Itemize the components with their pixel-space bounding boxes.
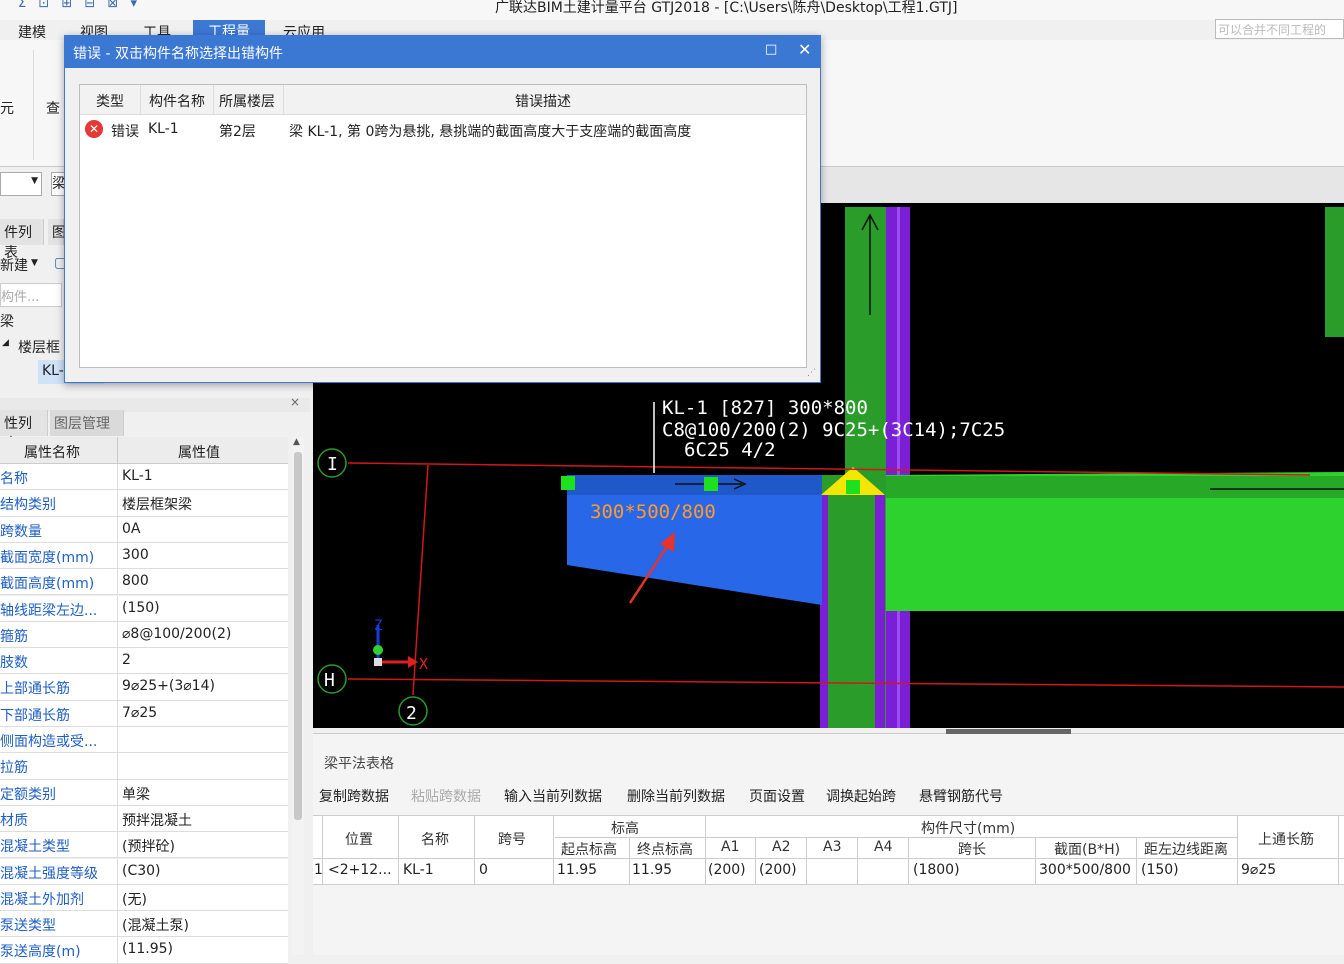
- cantilever-beam-top: [567, 475, 822, 495]
- col-start-elev: 起点标高: [561, 842, 617, 858]
- cell-name[interactable]: KL-1: [403, 862, 434, 878]
- grid-line: [806, 837, 807, 885]
- column-right: [1325, 207, 1344, 337]
- col-section: 截面(B*H): [1054, 842, 1121, 858]
- grid-line: [755, 837, 756, 885]
- section-label: 300*500/800: [590, 501, 716, 523]
- axis-2-label: 2: [406, 703, 417, 724]
- col-dist-left: 距左边线距离: [1144, 842, 1228, 858]
- gizmo-x-label: X: [419, 655, 428, 673]
- swap-start-span-button[interactable]: 调换起始跨: [826, 786, 896, 806]
- grip-point: [704, 477, 718, 491]
- col-top-bar: 上通长筋: [1258, 832, 1314, 848]
- col-name: 名称: [421, 832, 449, 848]
- col-elevation: 标高: [611, 821, 639, 837]
- axis-line-i: [347, 462, 1311, 476]
- grid-line: [629, 837, 630, 885]
- col-divider: [140, 85, 141, 115]
- grid-line: [705, 815, 706, 885]
- beam-label-line1: KL-1 [827] 300*800: [662, 397, 868, 419]
- col-a3: A3: [823, 839, 842, 855]
- gizmo-origin: [374, 658, 382, 666]
- row-index: 1: [314, 862, 323, 878]
- col-end-elev: 终点标高: [637, 842, 693, 858]
- error-icon: ✕: [85, 120, 103, 138]
- error-floor[interactable]: 第2层: [219, 121, 256, 141]
- grip-point: [561, 476, 575, 490]
- grid-line: [553, 815, 554, 885]
- beam-right-top: [885, 476, 1344, 498]
- cell-top-bar[interactable]: 9⌀25: [1241, 862, 1276, 878]
- beam-table-title: 梁平法表格: [324, 756, 394, 772]
- dialog-title-bar[interactable]: 错误 - 双击构件名称选择出错构件 □ ✕: [65, 36, 820, 68]
- gizmo-x-arrow-icon: [408, 656, 418, 668]
- grid-line: [474, 815, 475, 885]
- col-type: 类型: [96, 94, 124, 110]
- grid-line: [857, 837, 858, 885]
- col-description: 错误描述: [515, 94, 571, 110]
- grid-line: [1035, 837, 1036, 885]
- cell-dist-left[interactable]: (150): [1141, 862, 1179, 878]
- error-list: 类型 构件名称 所属楼层 错误描述 ✕ 错误 KL-1 第2层 梁 KL-1, …: [79, 84, 807, 368]
- grid-line: [313, 884, 1344, 885]
- col-span: 跨号: [498, 832, 526, 848]
- col-component: 构件名称: [149, 94, 205, 110]
- col-position: 位置: [345, 832, 373, 848]
- cell-span-length[interactable]: (1800): [913, 862, 960, 878]
- col-divider: [213, 85, 214, 115]
- beam-label-line3: 6C25 4/2: [684, 439, 776, 461]
- col-size: 构件尺寸(mm): [921, 821, 1016, 837]
- error-type[interactable]: 错误: [111, 121, 139, 141]
- col-a4: A4: [874, 839, 893, 855]
- grid-line: [1237, 815, 1238, 885]
- col-a1: A1: [721, 839, 740, 855]
- cantilever-code-button[interactable]: 悬臂钢筋代号: [919, 786, 1003, 806]
- col-divider: [283, 85, 284, 115]
- gizmo-y-axis: [373, 645, 383, 655]
- maximize-icon[interactable]: □: [765, 42, 777, 57]
- col-a2: A2: [772, 839, 791, 855]
- grip-point: [846, 480, 860, 494]
- gizmo-z-label: Z: [374, 618, 382, 634]
- grid-line: [1338, 815, 1339, 885]
- cell-position[interactable]: <2+12...: [328, 862, 392, 878]
- error-list-header: 类型 构件名称 所属楼层 错误描述: [80, 85, 806, 115]
- resize-grip-icon[interactable]: ⋰: [807, 368, 816, 378]
- cell-a2[interactable]: (200): [759, 862, 797, 878]
- paste-span-button[interactable]: 粘贴跨数据: [411, 786, 481, 806]
- input-column-button[interactable]: 输入当前列数据: [504, 786, 602, 806]
- cell-span[interactable]: 0: [479, 862, 488, 878]
- error-component[interactable]: KL-1: [148, 121, 179, 137]
- copy-span-button[interactable]: 复制跨数据: [319, 786, 389, 806]
- column-lower-purple2: [875, 495, 885, 728]
- page-setup-button[interactable]: 页面设置: [749, 786, 805, 806]
- cell-end-elev[interactable]: 11.95: [632, 862, 672, 878]
- cell-a1[interactable]: (200): [708, 862, 746, 878]
- delete-column-button[interactable]: 删除当前列数据: [627, 786, 725, 806]
- cell-section[interactable]: 300*500/800: [1039, 862, 1131, 878]
- grid-line: [908, 837, 909, 885]
- error-dialog: 错误 - 双击构件名称选择出错构件 □ ✕ 类型 构件名称 所属楼层 错误描述 …: [64, 35, 821, 383]
- col-span-length: 跨长: [958, 842, 986, 858]
- close-icon[interactable]: ✕: [798, 40, 811, 59]
- splitter-handle[interactable]: [946, 729, 1071, 734]
- error-description[interactable]: 梁 KL-1, 第 0跨为悬挑, 悬挑端的截面高度大于支座端的截面高度: [289, 121, 691, 141]
- column-edge: [897, 207, 900, 728]
- beam-label-line2: C8@100/200(2) 9C25+(3C14);7C25: [662, 419, 1005, 441]
- col-floor: 所属楼层: [219, 94, 275, 110]
- grid-line: [398, 815, 399, 885]
- axis-h-label: H: [324, 670, 335, 691]
- cell-start-elev[interactable]: 11.95: [557, 862, 597, 878]
- grid-line: [1136, 837, 1137, 885]
- dialog-title: 错误 - 双击构件名称选择出错构件: [73, 46, 283, 62]
- axis-i-label: I: [327, 454, 338, 475]
